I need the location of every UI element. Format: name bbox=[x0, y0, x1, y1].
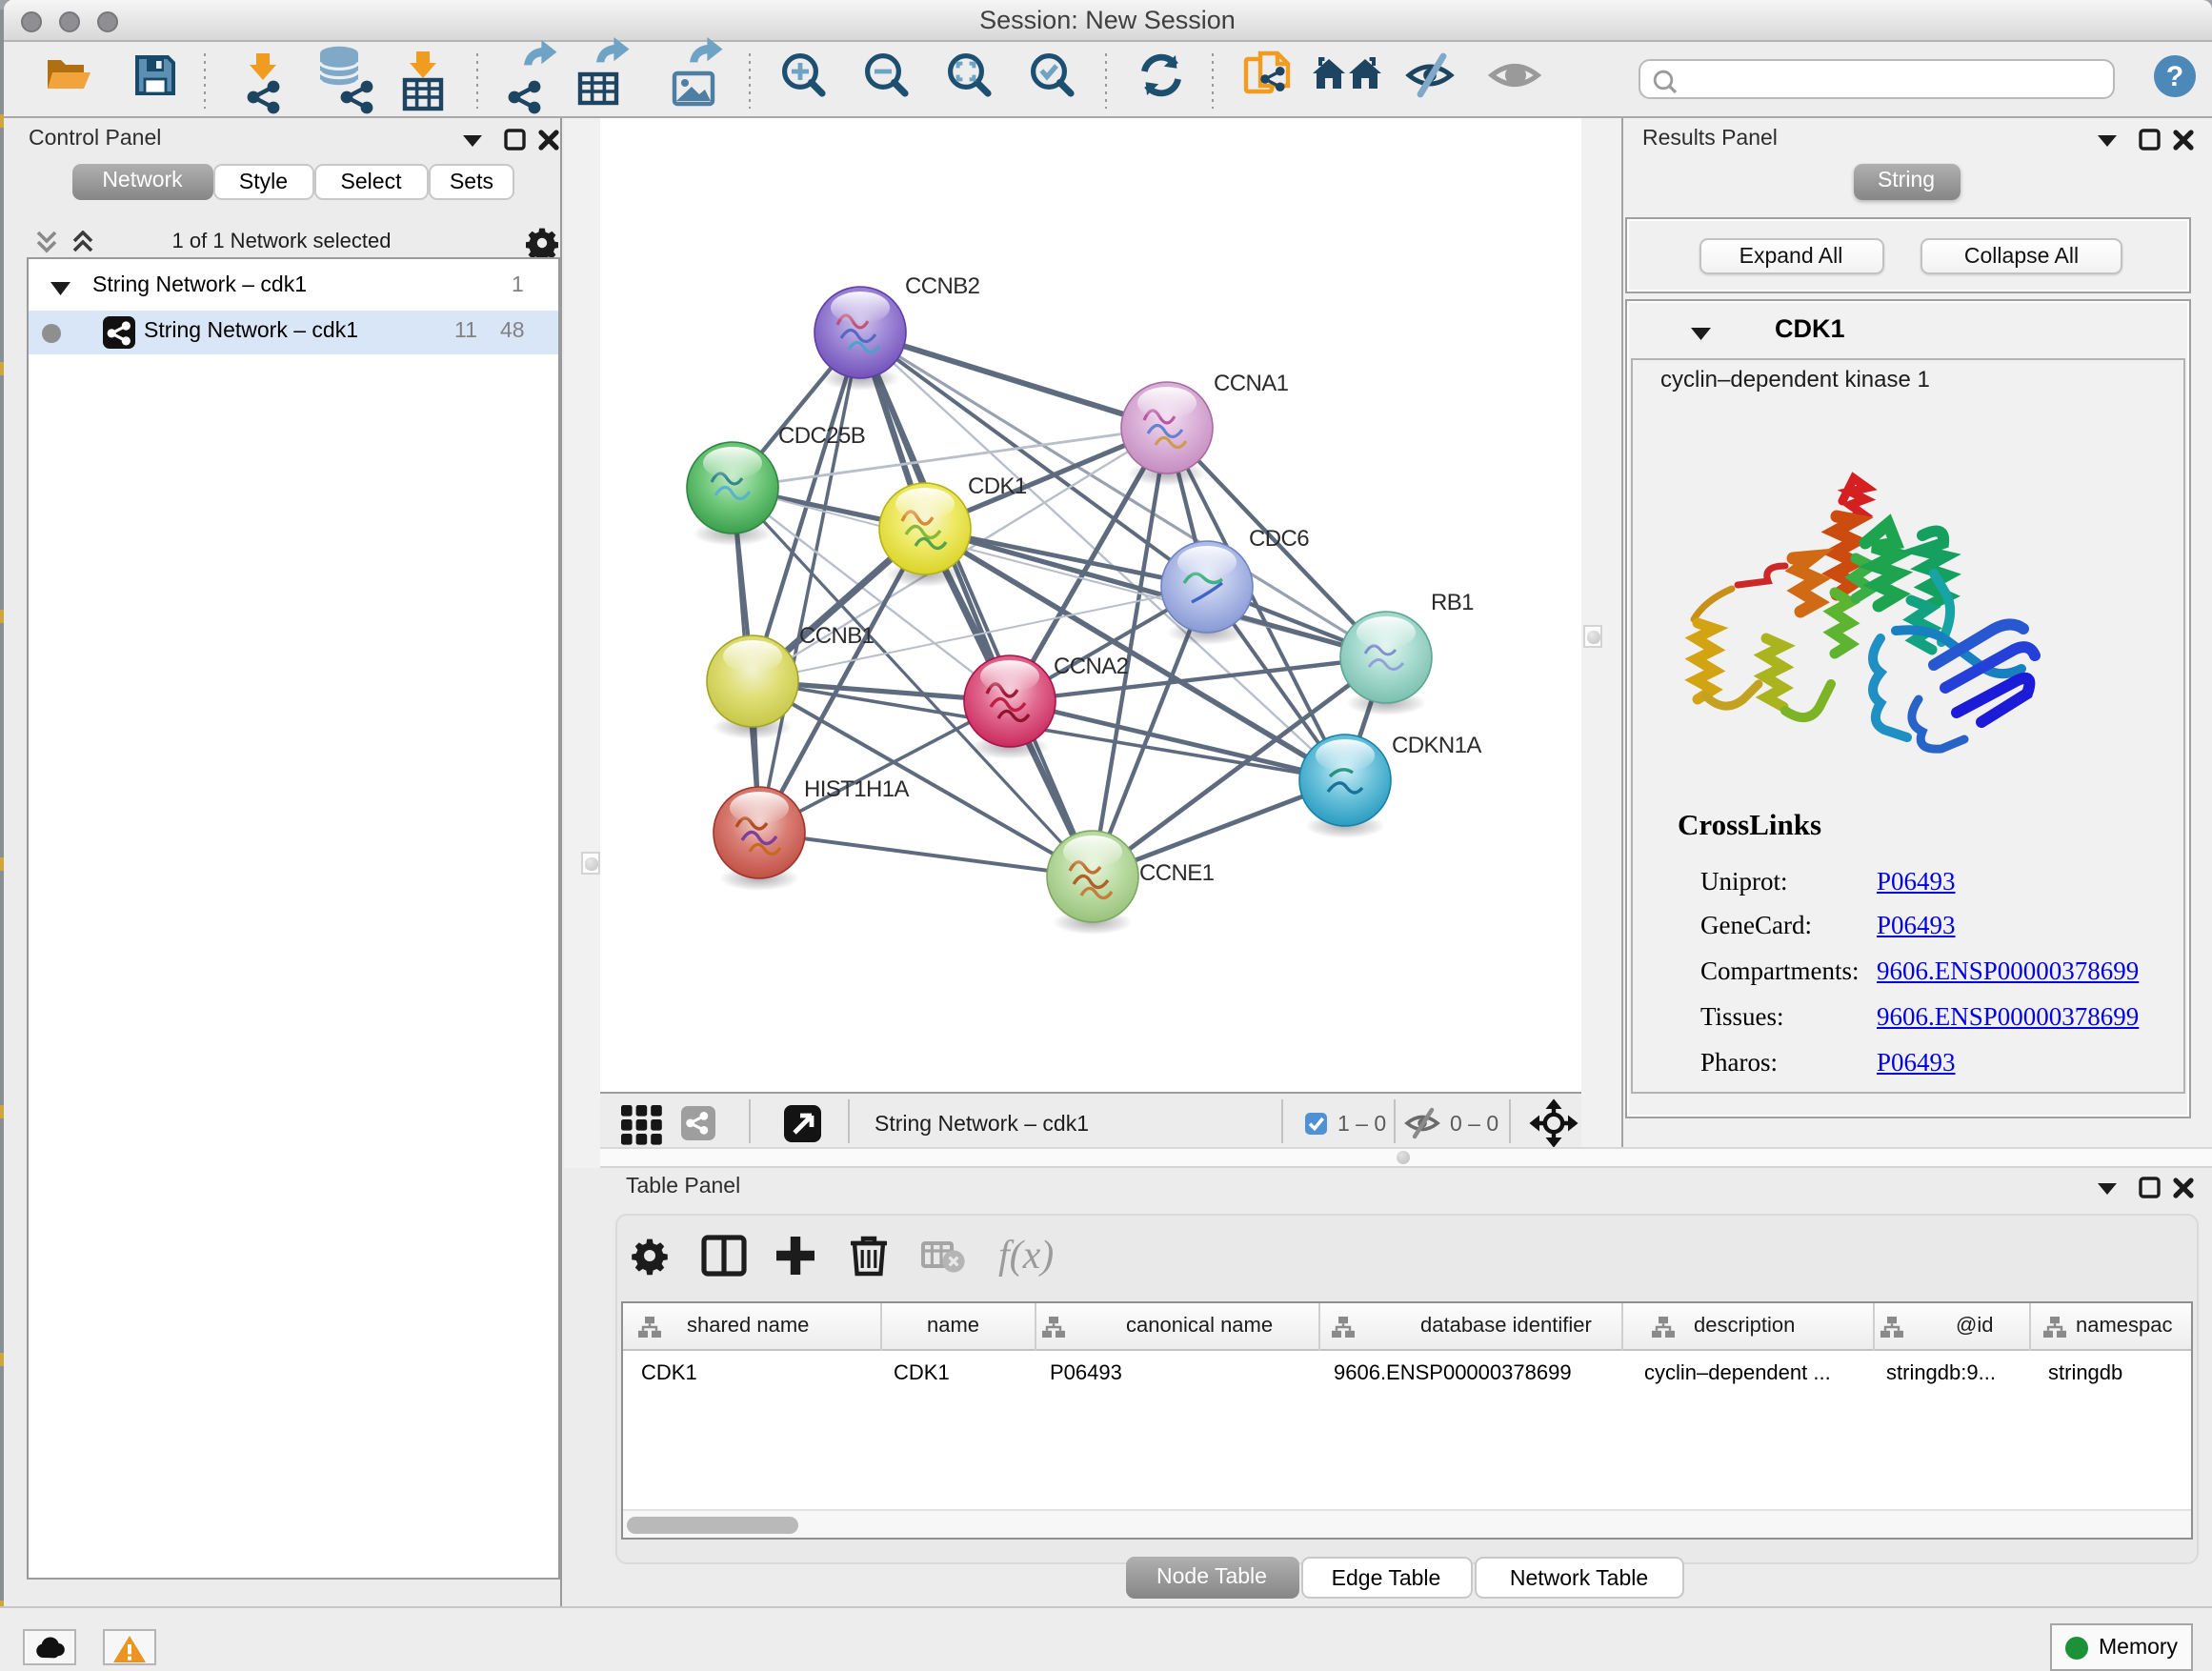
svg-text:RB1: RB1 bbox=[1431, 589, 1474, 614]
svg-text:CDKN1A: CDKN1A bbox=[1392, 732, 1481, 757]
svg-text:CDC25B: CDC25B bbox=[778, 422, 865, 448]
svg-text:HIST1H1A: HIST1H1A bbox=[804, 775, 909, 801]
svg-text:0 – 0: 0 – 0 bbox=[1450, 1110, 1498, 1135]
svg-text:CCNB1: CCNB1 bbox=[799, 622, 875, 648]
svg-text:CCNA2: CCNA2 bbox=[1054, 653, 1129, 678]
svg-text:CCNB2: CCNB2 bbox=[905, 272, 980, 298]
svg-text:CDC6: CDC6 bbox=[1249, 525, 1309, 551]
svg-text:CDK1: CDK1 bbox=[968, 473, 1027, 498]
svg-text:CCNA1: CCNA1 bbox=[1214, 370, 1289, 395]
svg-text:1 – 0: 1 – 0 bbox=[1337, 1110, 1386, 1135]
svg-text:CCNE1: CCNE1 bbox=[1139, 859, 1215, 885]
svg-text:String Network – cdk1: String Network – cdk1 bbox=[875, 1110, 1089, 1135]
svg-text:?: ? bbox=[2165, 61, 2182, 92]
svg-text:f(x): f(x) bbox=[998, 1233, 1054, 1277]
